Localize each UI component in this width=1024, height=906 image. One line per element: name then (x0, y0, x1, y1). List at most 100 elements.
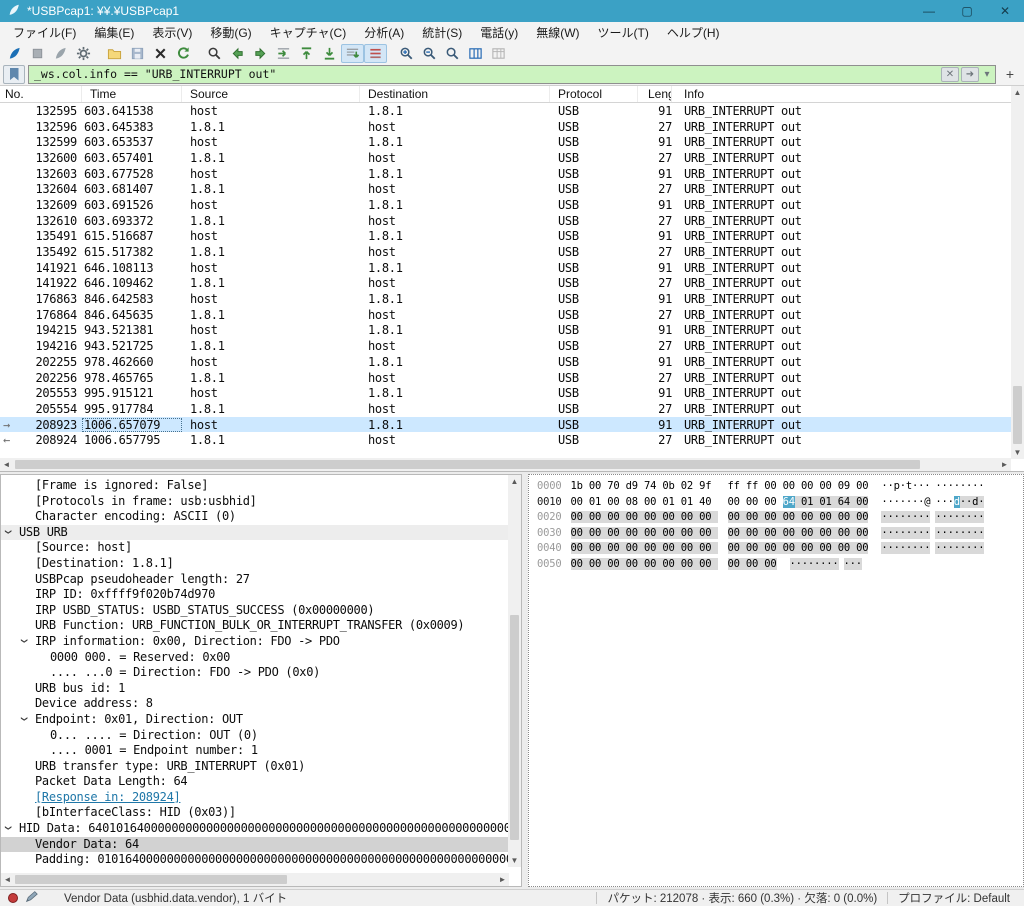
detail-row[interactable]: 0000 000. = Reserved: 0x00 (1, 650, 508, 666)
packet-row[interactable]: 141921646.108113host1.8.1USB91URB_INTERR… (0, 260, 1011, 276)
hex-byte[interactable]: 00 (746, 496, 764, 508)
packet-row[interactable]: 202256978.4657651.8.1hostUSB27URB_INTERR… (0, 370, 1011, 386)
detail-row[interactable]: Vendor Data: 64 (1, 837, 508, 853)
packet-row[interactable]: 135491615.516687host1.8.1USB91URB_INTERR… (0, 229, 1011, 245)
hex-byte[interactable]: 00 (856, 496, 868, 508)
hex-byte[interactable]: ff (728, 480, 746, 492)
hex-byte[interactable]: 01 (819, 496, 837, 508)
filter-clear-button[interactable]: ✕ (941, 67, 959, 82)
hex-byte[interactable]: 00 (764, 511, 782, 523)
menu-item-3[interactable]: 移動(G) (201, 22, 260, 43)
details-horizontal-scrollbar[interactable]: ◄ ► (1, 873, 509, 886)
hex-byte[interactable]: 00 (607, 558, 625, 570)
column-layout-button[interactable] (487, 44, 510, 63)
hex-byte[interactable]: 00 (819, 511, 837, 523)
hex-byte[interactable]: 00 (838, 527, 856, 539)
filter-bookmark-button[interactable] (3, 65, 25, 84)
hex-byte[interactable]: 00 (699, 527, 717, 539)
hex-byte[interactable]: 00 (746, 511, 764, 523)
hex-byte[interactable]: 00 (764, 496, 782, 508)
menu-item-5[interactable]: 分析(A) (355, 22, 413, 43)
hex-byte[interactable]: 00 (819, 480, 837, 492)
filter-dropdown-caret[interactable]: ▾ (981, 67, 993, 82)
status-profile[interactable]: プロファイル: Default (898, 890, 1010, 906)
hex-byte[interactable]: 00 (571, 496, 589, 508)
packet-row[interactable]: 132596603.6453831.8.1hostUSB27URB_INTERR… (0, 119, 1011, 135)
hex-byte[interactable]: 00 (589, 558, 607, 570)
filter-apply-button[interactable]: ➜ (961, 67, 979, 82)
packet-row[interactable]: 208924←1006.6577951.8.1hostUSB27URB_INTE… (0, 432, 1011, 448)
menu-item-9[interactable]: ツール(T) (589, 22, 658, 43)
hex-byte[interactable]: 00 (819, 542, 837, 554)
detail-row[interactable]: URB Function: URB_FUNCTION_BULK_OR_INTER… (1, 618, 508, 634)
hex-byte[interactable]: 00 (819, 527, 837, 539)
hex-byte[interactable]: 00 (644, 511, 662, 523)
packet-row[interactable]: 205554995.9177841.8.1hostUSB27URB_INTERR… (0, 401, 1011, 417)
hex-byte[interactable]: 00 (801, 480, 819, 492)
hex-byte[interactable]: 00 (746, 558, 764, 570)
colorize-button[interactable] (364, 44, 387, 63)
hex-byte[interactable]: 00 (607, 496, 625, 508)
expand-arrow-icon[interactable]: ❯ (19, 716, 29, 721)
menu-item-6[interactable]: 統計(S) (413, 22, 471, 43)
column-header-length[interactable]: Lengtl (638, 86, 672, 102)
hex-byte[interactable]: 00 (589, 480, 607, 492)
hex-byte[interactable]: 00 (764, 542, 782, 554)
capture-options-button[interactable] (72, 44, 95, 63)
hex-byte[interactable]: 00 (589, 542, 607, 554)
expand-arrow-icon[interactable]: ❯ (19, 638, 29, 643)
hex-byte[interactable]: 00 (626, 527, 644, 539)
scroll-right-arrow-icon[interactable]: ► (496, 873, 509, 886)
expert-info-icon[interactable] (8, 893, 18, 903)
detail-row[interactable]: ❯USB URB (1, 525, 508, 541)
detail-row[interactable]: .... 0001 = Endpoint number: 1 (1, 743, 508, 759)
menu-item-10[interactable]: ヘルプ(H) (658, 22, 729, 43)
restart-capture-button[interactable] (49, 44, 72, 63)
detail-row[interactable]: .... ...0 = Direction: FDO -> PDO (0x0) (1, 665, 508, 681)
hex-byte[interactable]: 1b (571, 480, 589, 492)
hex-byte[interactable]: 00 (571, 527, 589, 539)
detail-row[interactable]: URB bus id: 1 (1, 681, 508, 697)
hex-byte[interactable]: 00 (856, 511, 868, 523)
expand-arrow-icon[interactable]: ❯ (3, 825, 13, 830)
hex-byte[interactable]: 00 (571, 511, 589, 523)
hex-byte[interactable]: 00 (856, 542, 868, 554)
column-header-time[interactable]: Time (82, 86, 182, 102)
hex-byte[interactable]: 00 (801, 527, 819, 539)
hex-byte[interactable]: 00 (746, 542, 764, 554)
hex-byte[interactable]: 74 (644, 480, 662, 492)
hex-byte[interactable]: 00 (626, 558, 644, 570)
hex-byte[interactable]: 00 (838, 542, 856, 554)
hex-byte[interactable]: 00 (644, 496, 662, 508)
hex-byte[interactable]: 00 (728, 496, 746, 508)
hex-byte[interactable]: 00 (783, 527, 801, 539)
detail-row[interactable]: 0... .... = Direction: OUT (0) (1, 728, 508, 744)
find-packet-button[interactable] (203, 44, 226, 63)
scroll-down-arrow-icon[interactable]: ▼ (1011, 446, 1024, 459)
hex-byte[interactable]: 00 (644, 558, 662, 570)
hex-byte[interactable]: 00 (728, 542, 746, 554)
hex-byte[interactable]: 00 (801, 511, 819, 523)
stop-capture-button[interactable] (26, 44, 49, 63)
detail-row[interactable]: ❯IRP information: 0x00, Direction: FDO -… (1, 634, 508, 650)
packet-row[interactable]: 132600603.6574011.8.1hostUSB27URB_INTERR… (0, 150, 1011, 166)
hex-byte[interactable]: 01 (681, 496, 699, 508)
hex-row[interactable]: 002000 00 00 00 00 00 00 00 00 00 00 00 … (537, 511, 1023, 527)
hex-byte[interactable]: 00 (746, 527, 764, 539)
hex-byte[interactable]: 08 (626, 496, 644, 508)
hex-byte[interactable]: 00 (571, 558, 589, 570)
hex-byte[interactable]: 00 (699, 542, 717, 554)
details-vertical-scrollbar[interactable]: ▲ ▼ (508, 475, 521, 867)
scroll-left-arrow-icon[interactable]: ◄ (1, 873, 14, 886)
resize-columns-button[interactable] (464, 44, 487, 63)
hex-byte[interactable]: 00 (764, 480, 782, 492)
menu-item-2[interactable]: 表示(V) (143, 22, 201, 43)
hex-byte[interactable]: 00 (681, 511, 699, 523)
close-file-button[interactable] (149, 44, 172, 63)
hex-byte[interactable]: 0b (662, 480, 680, 492)
detail-row[interactable]: [Destination: 1.8.1] (1, 556, 508, 572)
hex-byte[interactable]: 00 (783, 511, 801, 523)
zoom-reset-button[interactable] (441, 44, 464, 63)
detail-row[interactable]: Padding: 0101640000000000000000000000000… (1, 852, 508, 868)
packet-row[interactable]: 141922646.1094621.8.1hostUSB27URB_INTERR… (0, 276, 1011, 292)
